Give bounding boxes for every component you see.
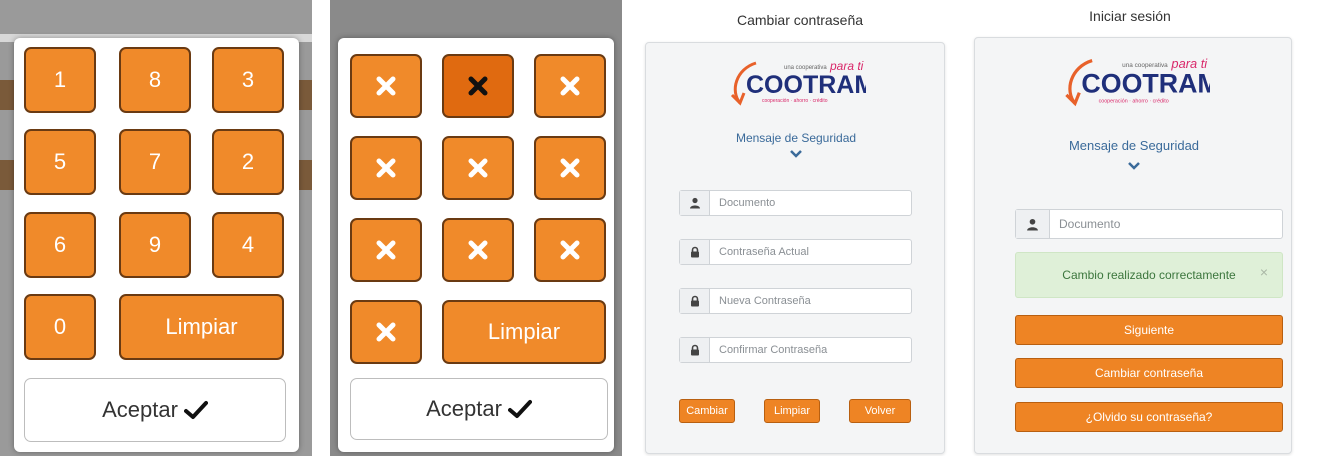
page-title: Cambiar contraseña (736, 12, 864, 28)
accept-button[interactable]: Aceptar (24, 378, 286, 442)
keypad-numbers-panel: 1 8 3 5 7 2 6 9 4 0 Limpiar Aceptar (0, 0, 312, 456)
document-input[interactable] (1050, 210, 1282, 238)
close-icon (560, 240, 580, 260)
key-masked-1[interactable] (350, 54, 422, 118)
logo-name: COOTRAMED (1081, 69, 1210, 99)
key-3[interactable]: 3 (212, 47, 284, 113)
keypad-card: 1 8 3 5 7 2 6 9 4 0 Limpiar Aceptar (14, 38, 299, 452)
document-input[interactable] (710, 191, 911, 215)
chevron-down-icon[interactable] (1128, 162, 1140, 170)
accept-label: Aceptar (426, 396, 502, 421)
login-card: una cooperativa para ti COOTRAMED cooper… (974, 37, 1292, 454)
key-1[interactable]: 1 (24, 47, 96, 113)
key-masked-7[interactable] (350, 218, 422, 282)
logo-name: COOTRAMED (746, 71, 866, 99)
change-button[interactable]: Cambiar (679, 399, 735, 423)
confirm-password-field (679, 337, 912, 363)
key-masked-10[interactable] (350, 300, 422, 364)
lock-icon (680, 240, 710, 264)
close-icon[interactable]: × (1260, 264, 1268, 280)
close-icon (468, 158, 488, 178)
close-icon (376, 322, 396, 342)
logo-subtitle: cooperación · ahorro · crédito (762, 98, 828, 104)
new-password-field (679, 288, 912, 314)
change-password-button[interactable]: Cambiar contraseña (1015, 358, 1283, 388)
key-6[interactable]: 6 (24, 212, 96, 278)
current-password-field (679, 239, 912, 265)
back-button[interactable]: Volver (849, 399, 911, 423)
key-masked-9[interactable] (534, 218, 606, 282)
close-icon (560, 76, 580, 96)
key-masked-8[interactable] (442, 218, 514, 282)
cootramed-logo: una cooperativa para ti COOTRAMED cooper… (730, 59, 866, 106)
close-icon (560, 158, 580, 178)
logo-subtitle: cooperación · ahorro · crédito (1099, 98, 1169, 104)
alert-message: Cambio realizado correctamente (1062, 268, 1236, 282)
accept-button[interactable]: Aceptar (350, 378, 608, 440)
close-icon (468, 240, 488, 260)
security-message-link[interactable]: Mensaje de Seguridad (646, 131, 946, 145)
check-icon (183, 401, 208, 419)
key-5[interactable]: 5 (24, 129, 96, 195)
forgot-password-button[interactable]: ¿Olvido su contraseña? (1015, 402, 1283, 432)
clear-button[interactable]: Limpiar (119, 294, 284, 360)
keypad-card: Limpiar Aceptar (338, 38, 614, 452)
key-9[interactable]: 9 (119, 212, 191, 278)
next-button[interactable]: Siguiente (1015, 315, 1283, 345)
lock-icon (680, 289, 710, 313)
clear-button[interactable]: Limpiar (442, 300, 606, 364)
close-icon (376, 240, 396, 260)
security-message-link[interactable]: Mensaje de Seguridad (975, 138, 1293, 153)
key-7[interactable]: 7 (119, 129, 191, 195)
close-icon (468, 76, 488, 96)
current-password-input[interactable] (710, 240, 911, 264)
key-masked-3[interactable] (534, 54, 606, 118)
lock-icon (680, 338, 710, 362)
confirm-password-input[interactable] (710, 338, 911, 362)
cootramed-logo: una cooperativa para ti COOTRAMED cooper… (1065, 56, 1210, 107)
key-8[interactable]: 8 (119, 47, 191, 113)
chevron-down-icon[interactable] (790, 150, 802, 158)
key-2[interactable]: 2 (212, 129, 284, 195)
clear-button[interactable]: Limpiar (764, 399, 820, 423)
keypad-masked-panel: Limpiar Aceptar (330, 0, 622, 456)
user-icon (1016, 210, 1050, 238)
success-alert: Cambio realizado correctamente × (1015, 252, 1283, 298)
new-password-input[interactable] (710, 289, 911, 313)
document-field (679, 190, 912, 216)
check-icon (507, 400, 532, 418)
key-masked-2[interactable] (442, 54, 514, 118)
change-password-card: una cooperativa para ti COOTRAMED cooper… (645, 42, 945, 454)
close-icon (376, 158, 396, 178)
key-masked-4[interactable] (350, 136, 422, 200)
accept-label: Aceptar (102, 397, 178, 422)
page-title: Iniciar sesión (1089, 8, 1171, 24)
document-field (1015, 209, 1283, 239)
key-masked-6[interactable] (534, 136, 606, 200)
key-masked-5[interactable] (442, 136, 514, 200)
user-icon (680, 191, 710, 215)
close-icon (376, 76, 396, 96)
key-4[interactable]: 4 (212, 212, 284, 278)
key-0[interactable]: 0 (24, 294, 96, 360)
